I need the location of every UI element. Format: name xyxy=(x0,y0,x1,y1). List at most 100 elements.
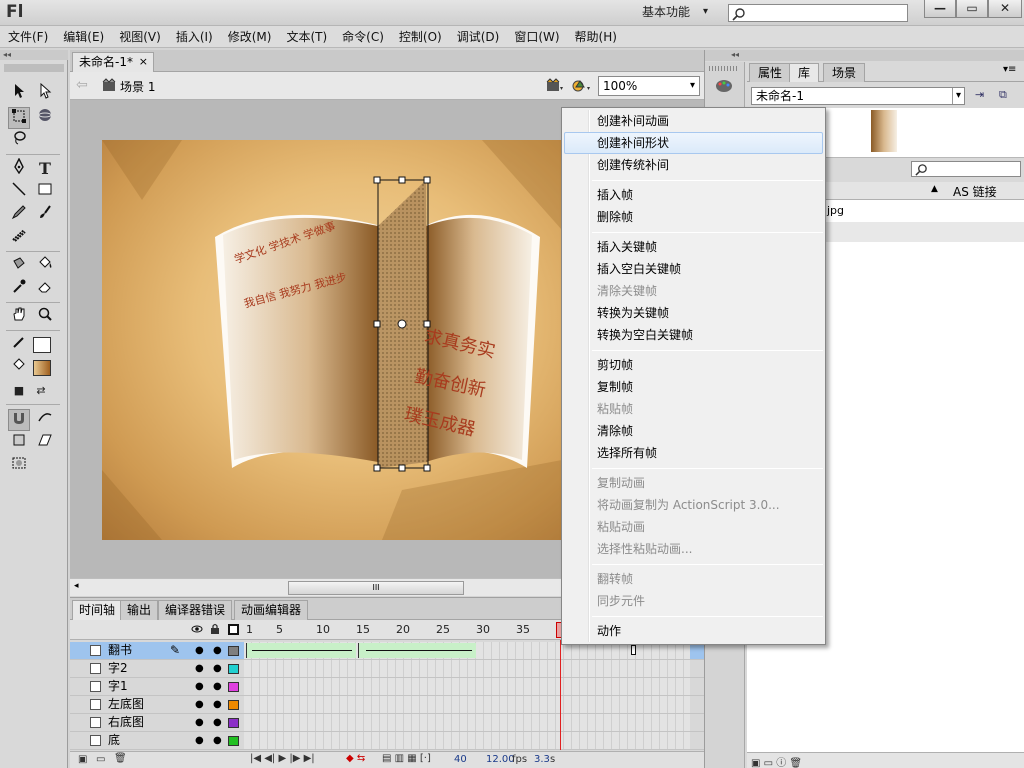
brush-tool-icon[interactable] xyxy=(34,204,56,226)
menu-modify[interactable]: 修改(M) xyxy=(220,26,279,48)
eraser-tool-icon[interactable] xyxy=(34,278,56,300)
color-palette-icon[interactable] xyxy=(715,78,733,97)
smooth-icon[interactable] xyxy=(34,409,56,431)
layer-color-swatch[interactable] xyxy=(228,700,239,710)
menu-item-actions[interactable]: 动作 xyxy=(564,620,823,642)
tab-timeline[interactable]: 时间轴 xyxy=(72,600,123,620)
free-transform-tool-icon[interactable] xyxy=(8,107,30,129)
document-tab[interactable]: 未命名-1* × xyxy=(72,52,154,72)
lock-dot[interactable]: ● xyxy=(213,642,222,659)
menu-window[interactable]: 窗口(W) xyxy=(506,26,566,48)
close-icon[interactable]: × xyxy=(139,53,148,71)
playback-controls[interactable]: |◀ ◀| ▶ |▶ ▶| xyxy=(250,753,315,764)
lock-dot[interactable]: ● xyxy=(213,732,222,749)
outline-icon[interactable] xyxy=(228,624,239,635)
lock-dot[interactable]: ● xyxy=(213,678,222,695)
layer-name[interactable]: 左底图 xyxy=(108,696,144,713)
layer-name[interactable]: 字1 xyxy=(108,678,128,695)
toolbox-collapse-icon[interactable]: ◂◂ xyxy=(0,50,68,60)
menu-control[interactable]: 控制(O) xyxy=(391,26,449,48)
visibility-dot[interactable]: ● xyxy=(195,678,204,695)
hand-tool-icon[interactable] xyxy=(8,306,30,328)
3d-rotation-tool-icon[interactable] xyxy=(34,107,56,129)
menu-item-remove-frames[interactable]: 删除帧 xyxy=(564,206,823,228)
layer-row[interactable]: 左底图 ● ● xyxy=(70,696,704,714)
visibility-dot[interactable]: ● xyxy=(195,660,204,677)
lock-dot[interactable]: ● xyxy=(213,696,222,713)
stage-canvas[interactable]: 学文化 学技术 学做事 我自信 我努力 我进步 求真务实 勤奋创新 璞玉成器 xyxy=(102,140,562,540)
sort-icon[interactable]: ▲ xyxy=(931,184,938,194)
lock-icon[interactable] xyxy=(209,623,221,638)
maximize-button[interactable]: ▭ xyxy=(956,0,988,18)
menu-item-insert-keyframe[interactable]: 插入关键帧 xyxy=(564,236,823,258)
layer-row[interactable]: 字1 ● ● xyxy=(70,678,704,696)
elapsed-time[interactable]: 3.3 xyxy=(534,754,550,765)
current-frame[interactable]: 40 xyxy=(454,754,467,765)
zoom-tool-icon[interactable] xyxy=(34,306,56,328)
close-window-button[interactable]: ✕ xyxy=(988,0,1022,18)
frame-rate[interactable]: 12.00 xyxy=(486,754,515,765)
layer-row[interactable]: 右底图 ● ● xyxy=(70,714,704,732)
layer-frames[interactable] xyxy=(244,660,690,677)
panel-menu-icon[interactable]: ▾≡ xyxy=(1003,64,1016,75)
tab-library[interactable]: 库 xyxy=(789,63,820,82)
layer-color-swatch[interactable] xyxy=(228,718,239,728)
new-library-panel-icon[interactable]: ⧉ xyxy=(999,88,1007,102)
dock-grip[interactable] xyxy=(709,66,739,71)
layer-frames[interactable] xyxy=(244,678,690,695)
menu-item-insert-frame[interactable]: 插入帧 xyxy=(564,184,823,206)
layer-color-swatch[interactable] xyxy=(228,664,239,674)
menu-debug[interactable]: 调试(D) xyxy=(449,26,507,48)
menu-file[interactable]: 文件(F) xyxy=(0,26,55,48)
menu-item-create-shape-tween[interactable]: 创建补间形状 xyxy=(564,132,823,154)
lasso-tool-icon[interactable] xyxy=(8,130,30,152)
rotate-skew-icon[interactable] xyxy=(8,432,30,454)
lock-dot[interactable]: ● xyxy=(213,714,222,731)
line-tool-icon[interactable] xyxy=(8,181,30,203)
menu-view[interactable]: 视图(V) xyxy=(111,26,168,48)
back-arrow-icon[interactable]: ⇦ xyxy=(76,77,88,93)
layer-frames[interactable] xyxy=(244,732,690,749)
library-document-select[interactable]: 未命名-1 xyxy=(751,87,965,105)
envelope-icon[interactable] xyxy=(8,455,30,477)
visibility-dot[interactable]: ● xyxy=(195,714,204,731)
as-linkage-column[interactable]: AS 链接 xyxy=(953,183,997,200)
pen-tool-icon[interactable] xyxy=(8,157,30,180)
visibility-dot[interactable]: ● xyxy=(195,732,204,749)
menu-edit[interactable]: 编辑(E) xyxy=(55,26,111,48)
menu-item-cut-frames[interactable]: 剪切帧 xyxy=(564,354,823,376)
rectangle-tool-icon[interactable] xyxy=(34,181,56,203)
layer-frames[interactable] xyxy=(244,714,690,731)
stroke-color-swatch[interactable] xyxy=(33,337,51,353)
layer-color-swatch[interactable] xyxy=(228,736,239,746)
tab-properties[interactable]: 属性 xyxy=(749,63,792,82)
tab-scene[interactable]: 场景 xyxy=(823,63,866,82)
menu-item-create-classic-tween[interactable]: 创建传统补间 xyxy=(564,154,823,176)
scale-icon[interactable] xyxy=(34,432,56,454)
scene-label[interactable]: 场景 1 xyxy=(120,78,155,95)
scroll-left-icon[interactable]: ◂ xyxy=(74,581,79,591)
layer-color-swatch[interactable] xyxy=(228,646,239,656)
layer-row[interactable]: 底 ● ● xyxy=(70,732,704,750)
zoom-select[interactable]: 100% xyxy=(598,76,700,96)
workspace-switcher[interactable]: 基本功能 xyxy=(634,2,714,22)
delete-layer-icon[interactable]: 🗑 xyxy=(114,753,127,764)
fill-color-icon[interactable] xyxy=(8,357,30,379)
tab-output[interactable]: 输出 xyxy=(120,600,159,620)
pencil-tool-icon[interactable] xyxy=(8,204,30,226)
deco-tool-icon[interactable] xyxy=(8,227,30,249)
library-actions-icons[interactable]: ▣ ▭ ⓘ 🗑 xyxy=(751,754,802,768)
onion-skin-outline-icon[interactable]: ▤ ▥ ▦ [·] xyxy=(382,753,431,764)
menu-text[interactable]: 文本(T) xyxy=(278,26,334,48)
menu-insert[interactable]: 插入(I) xyxy=(168,26,220,48)
minimize-button[interactable]: — xyxy=(924,0,956,18)
help-search-input[interactable] xyxy=(728,4,908,22)
menu-item-copy-frames[interactable]: 复制帧 xyxy=(564,376,823,398)
swap-colors-icon[interactable]: ⇄ xyxy=(30,380,52,402)
pin-library-icon[interactable]: ⇥ xyxy=(975,88,984,101)
visibility-dot[interactable]: ● xyxy=(195,642,204,659)
selection-tool-icon[interactable] xyxy=(8,83,30,105)
eye-icon[interactable] xyxy=(191,623,203,638)
new-folder-icon[interactable]: ▭ xyxy=(96,754,105,765)
eyedropper-tool-icon[interactable] xyxy=(8,278,30,300)
